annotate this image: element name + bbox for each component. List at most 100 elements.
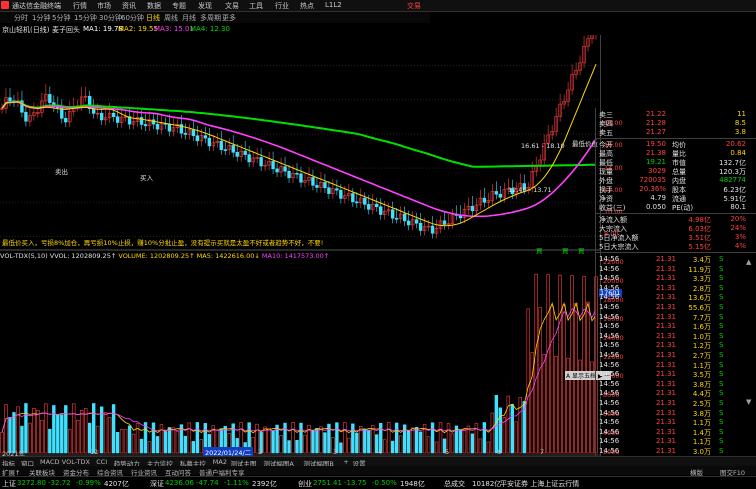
tick-time: 14:56 [599, 312, 620, 321]
period-daily[interactable]: 日线 [146, 13, 160, 23]
indicator-tabs: 指标 窗口 MACD VOL-TDX CCI 趋势动力 主力监控 私募主控 MA2 测试主图 测试幅… [0, 456, 756, 468]
candle-body [287, 170, 291, 179]
menu-topic[interactable]: 专题 [172, 1, 186, 11]
candle-body [363, 197, 367, 205]
tick-volume: 2.7万 [692, 352, 711, 360]
volume-bar [526, 308, 530, 454]
tick-volume: 1.1万 [692, 419, 711, 428]
tick-volume: 1.2万 [692, 342, 711, 351]
stat-value: 19.50 [645, 140, 666, 148]
tick-volume: 1.1万 [692, 438, 711, 447]
stat-value: 20.36% [639, 185, 666, 193]
date-label: 7 [540, 448, 545, 456]
annotation-sell: 卖出 [55, 168, 68, 176]
volume-bar [570, 275, 574, 454]
tick-price: 21.31 [655, 303, 676, 311]
period-monthly[interactable]: 月线 [182, 13, 196, 23]
vol-ma10-value: MA10: 1417573.00↑ [261, 252, 330, 260]
period-1min[interactable]: 1分钟 [32, 13, 50, 23]
volume-bar [582, 275, 586, 454]
total-turnover-value: 10182亿 [472, 480, 502, 488]
tick-price: 21.31 [655, 379, 676, 388]
menu-discover[interactable]: 发现 [198, 1, 212, 11]
tick-price: 21.31 [655, 293, 676, 302]
menu-news[interactable]: 资讯 [122, 1, 136, 11]
tab-VOL-TDX[interactable]: VOL-TDX [62, 458, 90, 466]
volume-bar [558, 274, 562, 454]
volume-bar [44, 403, 48, 454]
tick-price: 21.31 [655, 418, 676, 427]
index-change: -13.75 [344, 479, 367, 487]
candle-body [143, 124, 148, 127]
tick-volume: 55.6万 [688, 304, 711, 312]
flow-percent: 24% [730, 224, 746, 232]
candle-body [155, 123, 160, 130]
candle-body [295, 172, 299, 175]
volume-value: VOLUME: 1202809.25↑ [118, 252, 195, 260]
tick-price: 21.31 [655, 437, 676, 446]
index-change: -47.74 [196, 479, 219, 487]
candle-body [430, 225, 435, 234]
volume-bar [518, 397, 522, 454]
menu-wenyi[interactable]: 文易 [225, 1, 239, 11]
tick-direction: S [719, 341, 724, 350]
menu-tools[interactable]: 工具 [249, 1, 263, 11]
period-5min[interactable]: 5分钟 [52, 13, 70, 23]
candle-body [259, 157, 263, 167]
period-multi[interactable]: 多周期 [200, 13, 221, 23]
candle-body [235, 152, 239, 157]
index-name: 上证 [2, 480, 16, 488]
stat-value: 19.21 [645, 158, 666, 166]
tab-MA2[interactable]: MA2 [213, 458, 227, 466]
volume-bar [546, 274, 550, 454]
tick-direction: S [719, 322, 724, 331]
order-price: 21.27 [645, 128, 666, 136]
candle-body [406, 220, 411, 226]
broker-note: 平安证券 上海上证云行情 [500, 480, 580, 488]
period-weekly[interactable]: 周线 [164, 13, 178, 23]
tick-price: 21.31 [655, 408, 676, 417]
menu-data[interactable]: 数据 [147, 1, 161, 11]
candle-body [482, 197, 487, 203]
candle-body [207, 137, 211, 147]
tick-volume: 1.6万 [692, 323, 711, 332]
tab-MACD[interactable]: MACD [40, 458, 59, 466]
date-label: 3 [333, 448, 338, 456]
stat-value: 3029 [648, 167, 666, 175]
menu-market[interactable]: 市场 [97, 1, 111, 11]
trade-button[interactable]: 交易 [407, 1, 421, 11]
period-15min[interactable]: 15分钟 [74, 13, 97, 23]
menu-hot[interactable]: 热点 [300, 1, 314, 11]
menu-quotes[interactable]: 行情 [73, 1, 87, 11]
tab-+[interactable]: + [343, 458, 348, 466]
period-intraday[interactable]: 分时 [14, 13, 28, 23]
menu-industry[interactable]: 行业 [275, 1, 289, 11]
index-name: 创业 [298, 480, 312, 488]
tick-direction: S [719, 408, 724, 417]
index-value: 3272.80 [17, 479, 46, 487]
tick-volume: 2.8万 [692, 284, 711, 293]
tick-price: 21.31 [655, 351, 676, 359]
candle-body [247, 154, 251, 163]
ma3-line [1, 101, 597, 218]
period-more[interactable]: 更多 [222, 13, 236, 23]
candle-body [191, 129, 196, 137]
tick-time: 14:56 [599, 379, 620, 388]
period-30min[interactable]: 30分钟 [99, 13, 122, 23]
tick-direction: S [719, 360, 724, 369]
index-amount: 1948亿 [400, 480, 425, 488]
stat-value: 4.79 [650, 194, 666, 202]
tick-time: 14:56 [599, 427, 620, 436]
scroll-down-icon[interactable]: ▼ [746, 398, 751, 406]
tick-direction: S [719, 379, 724, 388]
order-volume: 3.8 [734, 128, 746, 136]
scroll-up-icon[interactable]: ▲ [746, 258, 751, 266]
tab-CCI[interactable]: CCI [96, 458, 107, 466]
menu-l1l2[interactable]: L1L2 [325, 1, 342, 9]
candle-body [351, 193, 355, 203]
date-label: 2 [258, 448, 263, 456]
period-60min[interactable]: 60分钟 [121, 13, 144, 23]
buy-marker-2: 買 [562, 247, 569, 255]
order-price: 21.28 [645, 119, 666, 127]
tick-volume: 1.1万 [692, 361, 711, 370]
